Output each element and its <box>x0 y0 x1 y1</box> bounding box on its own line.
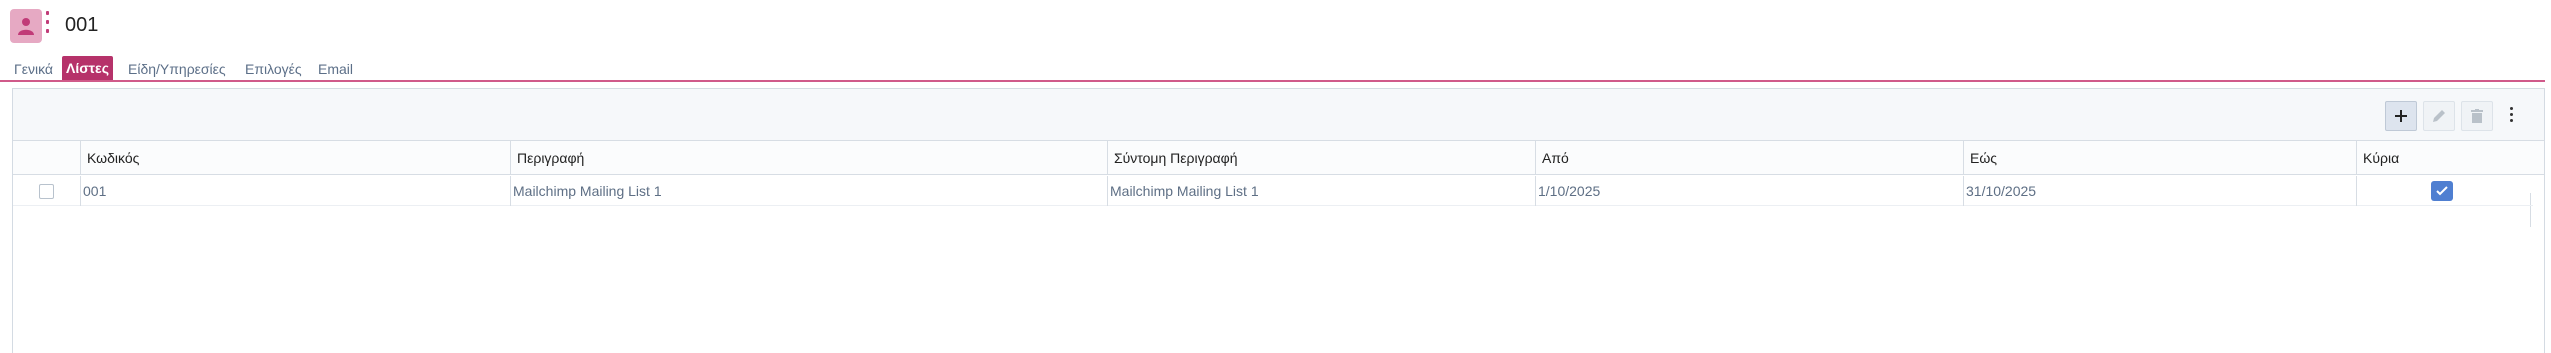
tab-options[interactable]: Επιλογές <box>241 58 306 80</box>
record-title: 001 <box>65 14 99 36</box>
checkmark-icon <box>2436 186 2448 196</box>
delete-button[interactable] <box>2461 101 2493 131</box>
cell-code: 001 <box>80 176 510 206</box>
main-checkbox[interactable] <box>2431 181 2453 201</box>
column-header-to[interactable]: Εώς <box>1963 141 2356 175</box>
record-menu-icon[interactable] <box>45 11 51 41</box>
column-header-short-description[interactable]: Σύντομη Περιγραφή <box>1107 141 1535 175</box>
column-header-description[interactable]: Περιγραφή <box>510 141 1107 175</box>
plus-icon <box>2395 110 2407 122</box>
cell-to: 31/10/2025 <box>1963 176 2356 206</box>
table-row[interactable]: 001 Mailchimp Mailing List 1 Mailchimp M… <box>13 176 2533 206</box>
trash-icon <box>2471 109 2483 123</box>
cell-main <box>2356 176 2533 206</box>
column-header-from[interactable]: Από <box>1535 141 1963 175</box>
grid-toolbar <box>13 89 2544 141</box>
cell-description: Mailchimp Mailing List 1 <box>510 176 1107 206</box>
edit-button[interactable] <box>2423 101 2455 131</box>
tab-lists[interactable]: Λίστες <box>62 56 113 80</box>
contact-avatar <box>10 9 42 43</box>
column-header-code[interactable]: Κωδικός <box>80 141 523 175</box>
cell-from: 1/10/2025 <box>1535 176 1963 206</box>
pencil-icon <box>2433 110 2445 122</box>
cell-short-description: Mailchimp Mailing List 1 <box>1107 176 1535 206</box>
tab-email[interactable]: Email <box>314 58 357 80</box>
grid-header: Κωδικός Περιγραφή Σύντομη Περιγραφή Από … <box>13 141 2544 227</box>
lists-grid-panel: Κωδικός Περιγραφή Σύντομη Περιγραφή Από … <box>12 88 2545 353</box>
tab-bar: Γενικά Λίστες Είδη/Υπηρεσίες Επιλογές Em… <box>0 56 2545 82</box>
row-select-checkbox[interactable] <box>39 184 54 199</box>
column-header-main[interactable]: Κύρια <box>2356 141 2531 175</box>
add-button[interactable] <box>2385 101 2417 131</box>
person-icon <box>18 18 34 35</box>
grid-more-menu-icon[interactable] <box>2505 107 2517 127</box>
record-header: 001 <box>10 8 610 48</box>
tab-general[interactable]: Γενικά <box>10 58 57 80</box>
tab-items-services[interactable]: Είδη/Υπηρεσίες <box>124 58 230 80</box>
